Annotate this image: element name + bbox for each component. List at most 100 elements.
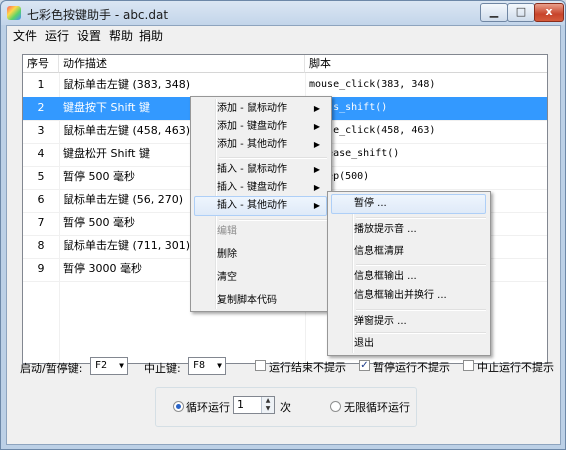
menu-item-play-sound[interactable]: 播放提示音 ...	[331, 220, 485, 240]
loop-count-label[interactable]: 循环运行	[186, 399, 230, 415]
close-button[interactable]: x	[534, 3, 564, 22]
chevron-down-icon: ▼	[217, 361, 222, 370]
maximize-button[interactable]: □	[507, 3, 535, 22]
column-header-script[interactable]: 脚本	[305, 55, 547, 73]
menu-separator	[356, 264, 486, 266]
row-index: 3	[37, 124, 45, 137]
row-script: sleep(500)	[309, 171, 370, 182]
no-prompt-on-pause-label[interactable]: 暂停运行不提示	[373, 359, 450, 375]
menu-item-exit[interactable]: 退出	[331, 334, 485, 354]
menu-run[interactable]: 运行	[45, 27, 69, 44]
menu-item-insert-keyboard[interactable]: 插入 - 键盘动作 ▶	[194, 178, 326, 198]
row-index: 9	[37, 262, 45, 275]
menu-item-infobox-output[interactable]: 信息框输出 ...	[331, 267, 485, 287]
menu-item-insert-mouse[interactable]: 插入 - 鼠标动作 ▶	[194, 160, 326, 180]
stop-key-value: F8	[193, 360, 206, 371]
menu-item-infobox-output-newline[interactable]: 信息框输出并换行 ...	[331, 286, 485, 306]
row-script: mouse_click(383, 348)	[309, 79, 436, 90]
no-prompt-on-pause-checkbox[interactable]: ✓	[359, 360, 370, 371]
loop-options-group: 循环运行 1 ▲ ▼ 次 无限循环运行	[155, 387, 417, 427]
infinite-loop-label[interactable]: 无限循环运行	[344, 399, 410, 415]
row-script: release_shift()	[309, 148, 400, 159]
no-prompt-on-finish-label[interactable]: 运行结束不提示	[269, 359, 346, 375]
menu-item-edit[interactable]: 编辑	[194, 222, 326, 242]
submenu-arrow-icon: ▶	[313, 183, 320, 192]
row-index: 8	[37, 239, 45, 252]
start-key-select[interactable]: F2 ▼	[90, 357, 128, 375]
loop-count-value: 1	[237, 398, 244, 411]
menu-help[interactable]: 帮助	[109, 27, 133, 44]
menu-item-label: 添加 - 键盘动作	[217, 121, 287, 132]
loop-unit-label: 次	[280, 401, 291, 414]
menu-item-label: 弹窗提示 ...	[354, 316, 407, 327]
menu-item-pause[interactable]: 暂停 ...	[331, 194, 486, 214]
submenu-other-actions: 暂停 ... 播放提示音 ... 信息框清屏 信息框输出 ... 信息框输出并换…	[327, 191, 491, 356]
row-index: 6	[37, 193, 45, 206]
menu-settings[interactable]: 设置	[77, 27, 101, 44]
row-index: 2	[37, 101, 45, 114]
start-key-value: F2	[95, 360, 108, 371]
submenu-arrow-icon: ▶	[313, 122, 320, 131]
menu-item-label: 添加 - 鼠标动作	[217, 103, 287, 114]
menu-item-popup[interactable]: 弹窗提示 ...	[331, 312, 485, 332]
menu-file[interactable]: 文件	[13, 27, 37, 44]
window-title: 七彩色按键助手 - abc.dat	[27, 8, 169, 22]
menu-item-insert-other[interactable]: 插入 - 其他动作 ▶	[194, 196, 327, 216]
menu-donate[interactable]: 捐助	[139, 27, 163, 44]
no-prompt-on-abort-label[interactable]: 中止运行不提示	[477, 359, 554, 375]
menu-item-label: 插入 - 鼠标动作	[217, 164, 287, 175]
menu-item-label: 添加 - 其他动作	[217, 139, 287, 150]
menu-item-copy-script[interactable]: 复制脚本代码	[194, 291, 326, 311]
title-bar[interactable]: 七彩色按键助手 - abc.dat ▁ □ x	[1, 1, 565, 25]
menu-separator	[219, 219, 327, 221]
menu-item-label: 清空	[217, 272, 237, 283]
chevron-down-icon: ▼	[119, 361, 124, 370]
column-header-description[interactable]: 动作描述	[59, 55, 305, 73]
menu-item-label: 删除	[217, 249, 237, 260]
menu-item-label: 退出	[354, 338, 374, 349]
menu-item-delete[interactable]: 删除	[194, 245, 326, 265]
context-menu: 添加 - 鼠标动作 ▶ 添加 - 键盘动作 ▶ 添加 - 其他动作 ▶ 插入 - 鼠标…	[190, 96, 332, 312]
menu-item-label: 暂停 ...	[354, 198, 387, 209]
menu-separator	[356, 309, 486, 311]
menu-item-label: 信息框输出 ...	[354, 271, 417, 282]
menu-item-label: 播放提示音 ...	[354, 224, 417, 235]
stop-key-select[interactable]: F8 ▼	[188, 357, 226, 375]
submenu-arrow-icon: ▶	[313, 201, 320, 210]
menu-separator	[356, 217, 486, 219]
spin-arrows-icon[interactable]: ▲ ▼	[261, 397, 274, 413]
menu-item-clear-infobox[interactable]: 信息框清屏	[331, 242, 485, 262]
row-script: press_shift()	[309, 102, 388, 113]
row-index: 1	[37, 78, 45, 91]
menu-item-label: 信息框清屏	[354, 246, 404, 257]
menu-item-label: 插入 - 其他动作	[217, 200, 287, 211]
no-prompt-on-finish-checkbox[interactable]	[255, 360, 266, 371]
no-prompt-on-abort-checkbox[interactable]	[463, 360, 474, 371]
row-index: 7	[37, 216, 45, 229]
loop-count-radio[interactable]	[173, 401, 184, 412]
menu-item-label: 编辑	[217, 226, 237, 237]
row-index: 5	[37, 170, 45, 183]
table-row[interactable]: 1 鼠标单击左键 (383, 348) mouse_click(383, 348…	[23, 74, 547, 98]
menu-item-add-keyboard[interactable]: 添加 - 键盘动作 ▶	[194, 117, 326, 137]
menu-separator	[219, 157, 327, 159]
infinite-loop-radio[interactable]	[330, 401, 341, 412]
submenu-arrow-icon: ▶	[313, 165, 320, 174]
menu-item-label: 插入 - 键盘动作	[217, 182, 287, 193]
menu-bar: 文件 运行 设置 帮助 捐助	[7, 26, 560, 44]
column-header-index[interactable]: 序号	[23, 55, 59, 73]
minimize-button[interactable]: ▁	[480, 3, 508, 22]
stop-key-label: 中止键:	[144, 362, 181, 375]
start-key-label: 启动/暂停键:	[20, 362, 83, 375]
menu-item-add-mouse[interactable]: 添加 - 鼠标动作 ▶	[194, 99, 326, 119]
menu-item-add-other[interactable]: 添加 - 其他动作 ▶	[194, 135, 326, 155]
submenu-arrow-icon: ▶	[313, 104, 320, 113]
app-icon	[7, 6, 21, 20]
submenu-arrow-icon: ▶	[313, 140, 320, 149]
loop-count-stepper[interactable]: 1 ▲ ▼	[233, 396, 275, 414]
row-description: 鼠标单击左键 (383, 348)	[63, 78, 191, 91]
menu-item-label: 信息框输出并换行 ...	[354, 290, 447, 301]
row-script: mouse_click(458, 463)	[309, 125, 436, 136]
row-index: 4	[37, 147, 45, 160]
menu-item-clear[interactable]: 清空	[194, 268, 326, 288]
